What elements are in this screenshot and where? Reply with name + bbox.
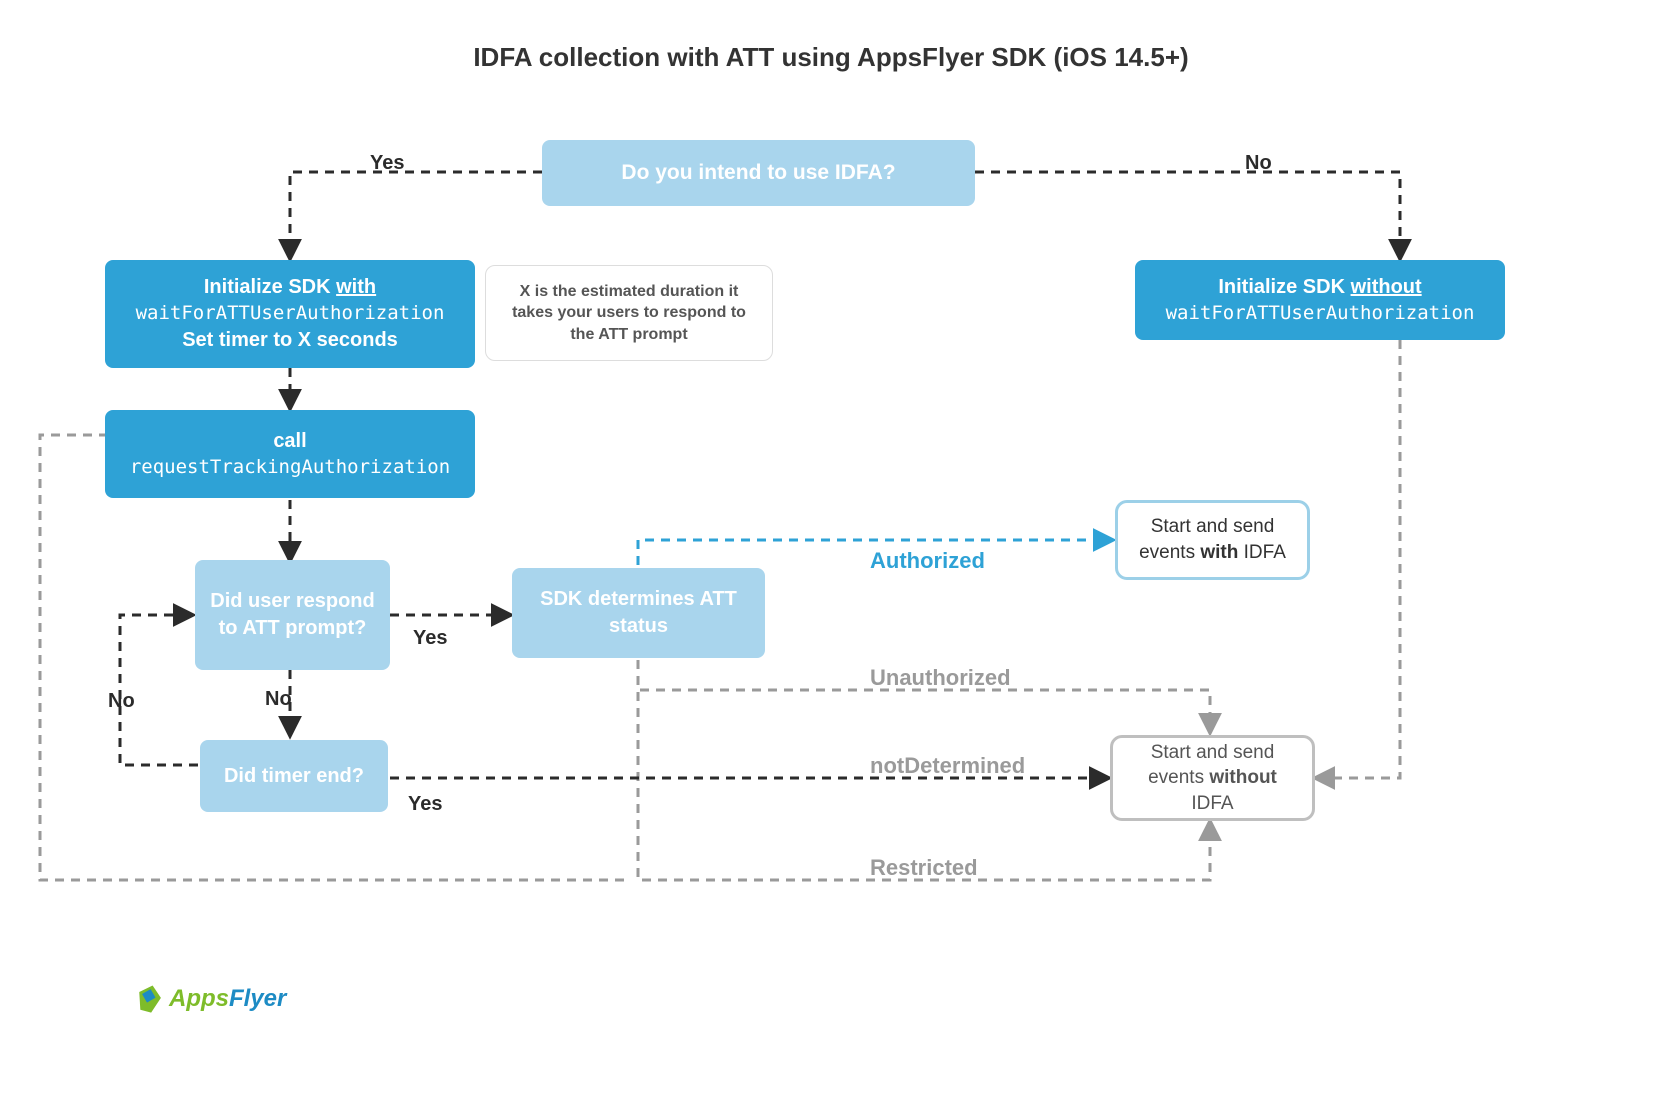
node-init-without: Initialize SDK without waitForATTUserAut… <box>1135 260 1505 340</box>
node-question-user-respond: Did user respond to ATT prompt? <box>195 560 390 670</box>
edge-label-yes-respond: Yes <box>413 627 447 650</box>
edge-label-restricted: Restricted <box>870 855 978 881</box>
text: Set timer to X seconds <box>182 327 398 354</box>
text: Initialize SDK with <box>204 274 376 301</box>
text: Start and send events with IDFA <box>1130 514 1295 565</box>
edge-label-yes-idfa: Yes <box>370 152 404 175</box>
node-sdk-status: SDK determines ATT status <box>512 568 765 658</box>
edge-label-no-idfa: No <box>1245 152 1272 175</box>
diagram-title: IDFA collection with ATT using AppsFlyer… <box>0 42 1662 73</box>
node-call-request: call requestTrackingAuthorization <box>105 410 475 498</box>
node-question-use-idfa: Do you intend to use IDFA? <box>542 140 975 206</box>
code: waitForATTUserAuthorization <box>136 301 445 327</box>
code: requestTrackingAuthorization <box>130 455 450 481</box>
node-note-x: X is the estimated duration it takes you… <box>485 265 773 361</box>
code: waitForATTUserAuthorization <box>1166 301 1475 327</box>
edge-label-no-respond: No <box>265 688 292 711</box>
node-result-with-idfa: Start and send events with IDFA <box>1115 500 1310 580</box>
appsflyer-logo-icon <box>132 982 166 1016</box>
edge-label-unauthorized: Unauthorized <box>870 665 1011 691</box>
appsflyer-logo: AppsFlyer <box>135 985 286 1013</box>
text: call <box>273 428 306 455</box>
node-question-timer-end: Did timer end? <box>200 740 388 812</box>
logo-text: AppsFlyer <box>169 985 286 1013</box>
edge-label-notdetermined: notDetermined <box>870 753 1025 779</box>
text: Start and send events without IDFA <box>1125 740 1300 817</box>
node-init-with: Initialize SDK with waitForATTUserAuthor… <box>105 260 475 368</box>
edge-label-no-timer: No <box>108 690 135 713</box>
node-result-without-idfa: Start and send events without IDFA <box>1110 735 1315 821</box>
edge-label-yes-timer: Yes <box>408 793 442 816</box>
edge-label-authorized: Authorized <box>870 548 985 574</box>
text: Initialize SDK without <box>1218 274 1421 301</box>
